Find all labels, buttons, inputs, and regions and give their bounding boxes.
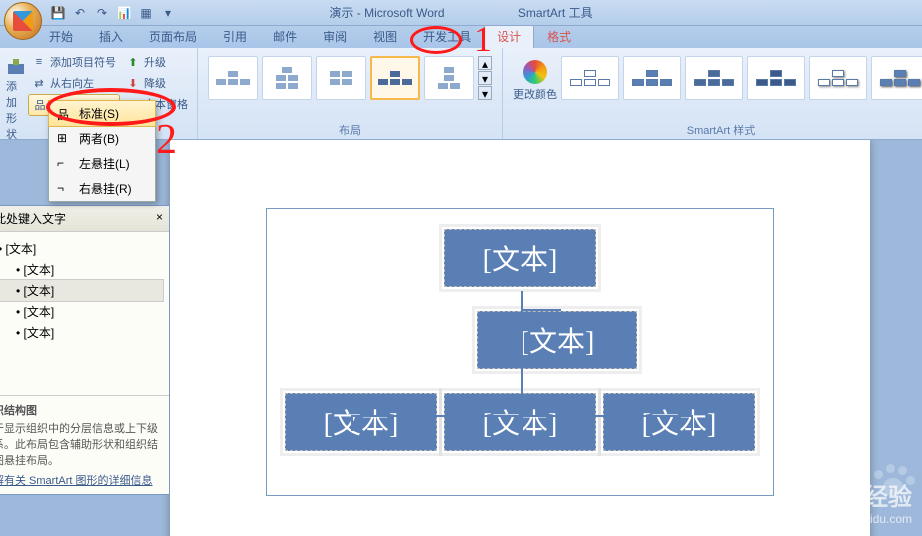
smartart-text-pane: 在此处键入文字 × • [文本] • [文本] • [文本] • [文本] • … <box>0 205 170 495</box>
smartart-canvas: [文本] [文本] [文本] [文本] [文本] <box>267 209 773 495</box>
demote-icon: ⬇ <box>126 76 140 90</box>
text-pane-header: 在此处键入文字 × <box>0 206 169 232</box>
window-title: 演示 - Microsoft Word SmartArt 工具 <box>161 4 761 21</box>
style-option-5[interactable] <box>809 56 867 100</box>
layout-option-5[interactable] <box>424 56 474 100</box>
color-wheel-icon <box>523 60 547 84</box>
connector-line <box>521 415 523 431</box>
text-pane-footer-title: 组织结构图 <box>0 402 163 418</box>
style-option-1[interactable] <box>561 56 619 100</box>
qat-chart-icon[interactable]: 📊 <box>114 3 134 23</box>
group-layouts: ▴ ▾ ▾ 布局 <box>198 48 503 139</box>
connector-line <box>351 415 353 431</box>
promote-icon: ⬆ <box>126 55 140 69</box>
tab-start[interactable]: 开始 <box>36 24 86 48</box>
style-option-3[interactable] <box>685 56 743 100</box>
title-bar: 💾 ↶ ↷ 📊 ▦ ▾ 演示 - Microsoft Word SmartArt… <box>0 0 922 26</box>
layout-option-3[interactable] <box>316 56 366 100</box>
qat-undo-icon[interactable]: ↶ <box>70 3 90 23</box>
connector-line <box>521 309 523 415</box>
group-label-styles: SmartArt 样式 <box>503 122 922 138</box>
smartart-node-assistant[interactable]: [文本] <box>477 311 637 369</box>
tab-page-layout[interactable]: 页面布局 <box>136 24 210 48</box>
text-pane-footer-desc: 用于显示组织中的分层信息或上下级关系。此布局包含辅助形状和组织结构图悬挂布局。 <box>0 420 163 468</box>
tab-review[interactable]: 审阅 <box>310 24 360 48</box>
office-button[interactable] <box>4 2 42 40</box>
rtl-icon: ⇄ <box>32 76 46 90</box>
dropdown-standard[interactable]: 品标准(S) <box>48 100 156 127</box>
smartart-node-child-2[interactable]: [文本] <box>444 393 596 451</box>
text-pane-title: 在此处键入文字 <box>0 210 66 227</box>
tab-format[interactable]: 格式 <box>534 24 584 48</box>
page[interactable]: 在此处键入文字 × • [文本] • [文本] • [文本] • [文本] • … <box>170 140 870 536</box>
connector-line <box>691 415 693 431</box>
tab-developer[interactable]: 开发工具 <box>410 24 484 48</box>
smartart-node-child-3[interactable]: [文本] <box>603 393 755 451</box>
text-pane-item-1[interactable]: • [文本] <box>0 238 163 259</box>
tab-insert[interactable]: 插入 <box>86 24 136 48</box>
tab-references[interactable]: 引用 <box>210 24 260 48</box>
rtl-button[interactable]: ⇄从右向左 <box>28 73 120 93</box>
watermark: Baidu 经验 jingyan.baidu.com <box>791 477 912 526</box>
office-logo-icon <box>13 11 33 31</box>
smartart-node-root[interactable]: [文本] <box>444 229 596 287</box>
qat-table-icon[interactable]: ▦ <box>136 3 156 23</box>
quick-access-toolbar: 💾 ↶ ↷ 📊 ▦ ▾ <box>48 3 178 23</box>
watermark-brand: Baidu 经验 <box>791 477 912 512</box>
layout-dropdown-menu: 品标准(S) ⊞两者(B) ⌐左悬挂(L) ¬右悬挂(R) <box>48 100 156 202</box>
both-icon: ⊞ <box>57 131 73 147</box>
text-pane-close-icon[interactable]: × <box>156 210 163 227</box>
layout-option-1[interactable] <box>208 56 258 100</box>
layout-option-4[interactable] <box>370 56 420 100</box>
right-hang-icon: ¬ <box>57 181 73 197</box>
text-pane-footer: 组织结构图 用于显示组织中的分层信息或上下级关系。此布局包含辅助形状和组织结构图… <box>0 395 169 494</box>
text-pane-item-3[interactable]: • [文本] <box>0 279 164 302</box>
connector-line <box>521 291 523 311</box>
style-option-6[interactable] <box>871 56 922 100</box>
smartart-node-child-1[interactable]: [文本] <box>285 393 437 451</box>
group-label-layouts: 布局 <box>198 122 502 138</box>
ribbon-tabs: 开始 插入 页面布局 引用 邮件 审阅 视图 开发工具 设计 格式 <box>0 26 922 48</box>
dropdown-left-hang[interactable]: ⌐左悬挂(L) <box>49 151 155 176</box>
group-styles: 更改颜色 SmartArt 样式 <box>503 48 922 139</box>
qat-redo-icon[interactable]: ↷ <box>92 3 112 23</box>
style-option-2[interactable] <box>623 56 681 100</box>
qat-save-icon[interactable]: 💾 <box>48 3 68 23</box>
demote-button[interactable]: ⬇降级 <box>122 73 192 93</box>
tab-view[interactable]: 视图 <box>360 24 410 48</box>
gallery-more-icon[interactable]: ▾ <box>478 86 492 100</box>
gallery-up-icon[interactable]: ▴ <box>478 56 492 70</box>
layout-option-2[interactable] <box>262 56 312 100</box>
left-hang-icon: ⌐ <box>57 156 73 172</box>
smartart-container[interactable]: [文本] [文本] [文本] [文本] [文本] <box>266 208 774 496</box>
text-pane-body[interactable]: • [文本] • [文本] • [文本] • [文本] • [文本] <box>0 232 169 395</box>
text-pane-item-2[interactable]: • [文本] <box>0 259 163 280</box>
gallery-down-icon[interactable]: ▾ <box>478 71 492 85</box>
layouts-gallery: ▴ ▾ ▾ <box>204 52 496 104</box>
change-colors-button[interactable]: 更改颜色 <box>513 56 557 102</box>
watermark-url: jingyan.baidu.com <box>791 512 912 526</box>
style-option-4[interactable] <box>747 56 805 100</box>
hierarchy-icon: 品 <box>33 98 47 112</box>
add-shape-icon <box>6 58 26 78</box>
standard-icon: 品 <box>57 106 73 122</box>
dropdown-right-hang[interactable]: ¬右悬挂(R) <box>49 176 155 201</box>
bullet-icon: ≡ <box>32 55 46 69</box>
text-pane-item-4[interactable]: • [文本] <box>0 301 163 322</box>
promote-button[interactable]: ⬆升级 <box>122 52 192 72</box>
text-pane-item-5[interactable]: • [文本] <box>0 322 163 343</box>
text-pane-footer-link[interactable]: 了解有关 SmartArt 图形的详细信息 <box>0 472 163 488</box>
add-bullet-button[interactable]: ≡添加项目符号 <box>28 52 120 72</box>
tab-mail[interactable]: 邮件 <box>260 24 310 48</box>
dropdown-both[interactable]: ⊞两者(B) <box>49 126 155 151</box>
tab-design[interactable]: 设计 <box>484 24 534 48</box>
connector-line <box>521 309 561 311</box>
